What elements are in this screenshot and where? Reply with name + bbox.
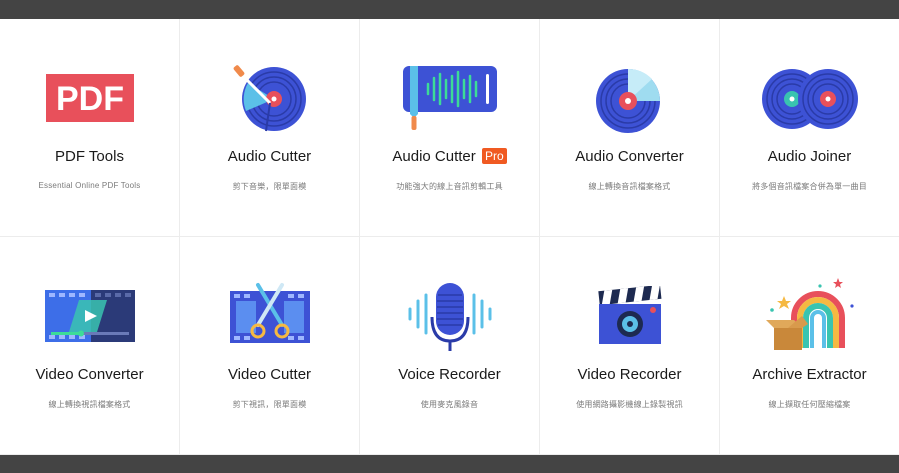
vinyl-cd-icon xyxy=(580,59,680,137)
tool-description: 功能強大的線上音訊剪輯工具 xyxy=(396,182,503,191)
box-rainbow-icon xyxy=(760,277,860,355)
microphone-icon xyxy=(400,277,500,355)
film-play-icon xyxy=(40,277,140,355)
tool-description: 使用網路攝影機線上錄製視訊 xyxy=(576,400,683,409)
tool-card-audio-cutter-pro[interactable]: Audio Cutter Pro 功能強大的線上音訊剪輯工具 xyxy=(360,19,540,237)
tool-card-voice-recorder[interactable]: Voice Recorder 使用麥克風錄音 xyxy=(360,237,540,455)
film-scissors-icon xyxy=(220,277,320,355)
tool-title: Video Recorder xyxy=(577,366,682,383)
tool-card-audio-converter[interactable]: Audio Converter 線上轉換音訊檔案格式 xyxy=(540,19,720,237)
tool-description: 剪下音樂，限單面模 xyxy=(232,182,307,191)
waveform-knife-icon xyxy=(400,59,500,137)
tool-title: Video Converter xyxy=(35,366,144,383)
tool-card-audio-cutter[interactable]: Audio Cutter 剪下音樂，限單面模 xyxy=(180,19,360,237)
tool-card-video-cutter[interactable]: Video Cutter 剪下視訊，限單面模 xyxy=(180,237,360,455)
tool-title-text: Audio Cutter xyxy=(392,148,476,165)
tool-description: 剪下視訊，限單面模 xyxy=(232,400,307,409)
pdf-icon-text: PDF xyxy=(56,80,124,118)
pro-badge: Pro xyxy=(481,148,507,164)
tool-description: 將多個音訊檔案合併為單一曲目 xyxy=(752,182,867,191)
vinyl-knife-icon xyxy=(220,59,320,137)
tool-card-audio-joiner[interactable]: Audio Joiner 將多個音訊檔案合併為單一曲目 xyxy=(720,19,899,237)
tool-title: PDF Tools xyxy=(55,148,124,165)
top-bar xyxy=(0,0,899,19)
tool-description: 使用麥克風錄音 xyxy=(420,400,479,409)
tool-card-video-recorder[interactable]: Video Recorder 使用網路攝影機線上錄製視訊 xyxy=(540,237,720,455)
tool-card-video-converter[interactable]: Video Converter 線上轉換視訊檔案格式 xyxy=(0,237,180,455)
tool-description: 線上轉換視訊檔案格式 xyxy=(48,400,131,409)
tool-title: Audio Converter xyxy=(575,148,684,165)
bottom-bar xyxy=(0,455,899,473)
clapperboard-camera-icon xyxy=(580,277,680,355)
two-vinyls-icon xyxy=(760,59,860,137)
tool-card-pdf-tools[interactable]: PDF PDF Tools Essential Online PDF Tools xyxy=(0,19,180,237)
tool-title: Video Cutter xyxy=(227,366,312,383)
tool-title: Voice Recorder xyxy=(398,366,501,383)
tool-description: 線上轉換音訊檔案格式 xyxy=(588,182,671,191)
tool-title: Audio Joiner xyxy=(767,148,852,165)
pdf-icon: PDF xyxy=(40,59,140,137)
tools-grid: PDF PDF Tools Essential Online PDF Tools… xyxy=(0,19,899,455)
tool-title: Archive Extractor xyxy=(752,366,867,383)
tool-title: Audio Cutter Pro xyxy=(360,148,539,165)
tool-description: Essential Online PDF Tools xyxy=(38,181,141,190)
tool-card-archive-extractor[interactable]: Archive Extractor 線上擷取任何壓縮檔案 xyxy=(720,237,899,455)
tool-description: 線上擷取任何壓縮檔案 xyxy=(768,400,851,409)
tool-title: Audio Cutter xyxy=(227,148,312,165)
